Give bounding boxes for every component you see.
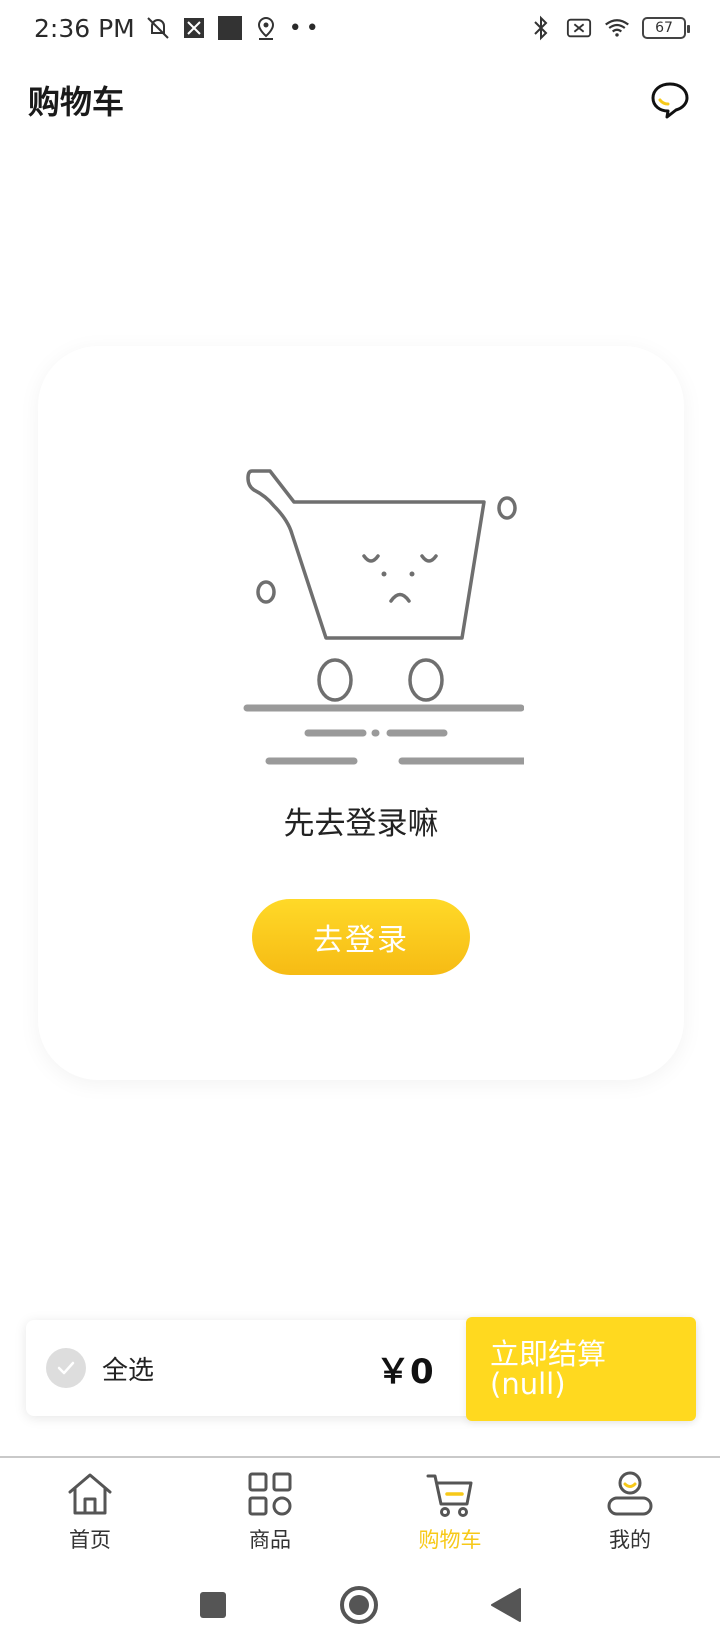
select-all-checkbox[interactable] bbox=[46, 1348, 86, 1388]
location-icon bbox=[253, 15, 279, 41]
checkout-count: (null) bbox=[490, 1367, 566, 1401]
square-icon bbox=[217, 15, 243, 41]
tab-label: 商品 bbox=[249, 1528, 291, 1552]
cart-screen: 2:36 PM •• 67 购物车 先去登录嘛 去登录 全选 ￥0 立即结算 (… bbox=[0, 0, 720, 1650]
battery-level: 67 bbox=[655, 20, 673, 36]
page-title: 购物车 bbox=[28, 83, 125, 121]
chat-button[interactable] bbox=[648, 78, 692, 122]
header: 购物车 bbox=[0, 64, 720, 136]
battery-icon: 67 bbox=[642, 17, 690, 39]
tab-home[interactable]: 首页 bbox=[0, 1458, 180, 1560]
triangle-back-icon bbox=[491, 1588, 521, 1622]
total-price: ￥0 bbox=[376, 1352, 434, 1392]
back-nav-button[interactable] bbox=[490, 1587, 522, 1623]
system-nav-bar bbox=[0, 1560, 720, 1650]
wifi-icon bbox=[604, 15, 630, 41]
bluetooth-icon bbox=[528, 15, 554, 41]
check-icon bbox=[57, 1361, 75, 1375]
dots-icon: •• bbox=[288, 15, 323, 41]
status-bar: 2:36 PM •• 67 bbox=[0, 0, 720, 56]
nfc-icon bbox=[181, 15, 207, 41]
home-nav-button[interactable] bbox=[338, 1584, 380, 1626]
profile-icon bbox=[607, 1471, 653, 1516]
no-sim-icon bbox=[566, 15, 592, 41]
checkout-button[interactable]: 立即结算 (null) bbox=[466, 1317, 696, 1421]
checkout-label: 立即结算 bbox=[490, 1337, 607, 1371]
tab-label: 首页 bbox=[69, 1528, 111, 1552]
sad-cart-icon bbox=[243, 469, 524, 765]
cart-icon bbox=[426, 1474, 473, 1517]
circle-nav-icon bbox=[340, 1586, 378, 1624]
status-time: 2:36 PM bbox=[34, 13, 135, 43]
tab-label: 购物车 bbox=[418, 1528, 482, 1552]
chat-bubble-icon bbox=[651, 82, 689, 119]
tab-products[interactable]: 商品 bbox=[180, 1458, 360, 1560]
tab-label: 我的 bbox=[609, 1528, 651, 1552]
empty-cart-card: 先去登录嘛 去登录 bbox=[38, 346, 684, 1080]
bottom-tab-bar: 首页 商品 购物车 我的 bbox=[0, 1456, 720, 1560]
grid-icon bbox=[248, 1472, 292, 1516]
go-login-button[interactable]: 去登录 bbox=[252, 899, 470, 975]
select-all-label: 全选 bbox=[102, 1356, 155, 1386]
home-icon bbox=[68, 1473, 112, 1515]
empty-message: 先去登录嘛 bbox=[283, 806, 439, 842]
square-nav-icon bbox=[200, 1592, 226, 1618]
tab-profile[interactable]: 我的 bbox=[540, 1458, 720, 1560]
tab-cart[interactable]: 购物车 bbox=[360, 1458, 540, 1560]
recent-apps-button[interactable] bbox=[198, 1590, 228, 1620]
checkout-bar: 全选 ￥0 立即结算 (null) bbox=[26, 1317, 696, 1421]
mute-icon bbox=[145, 15, 171, 41]
